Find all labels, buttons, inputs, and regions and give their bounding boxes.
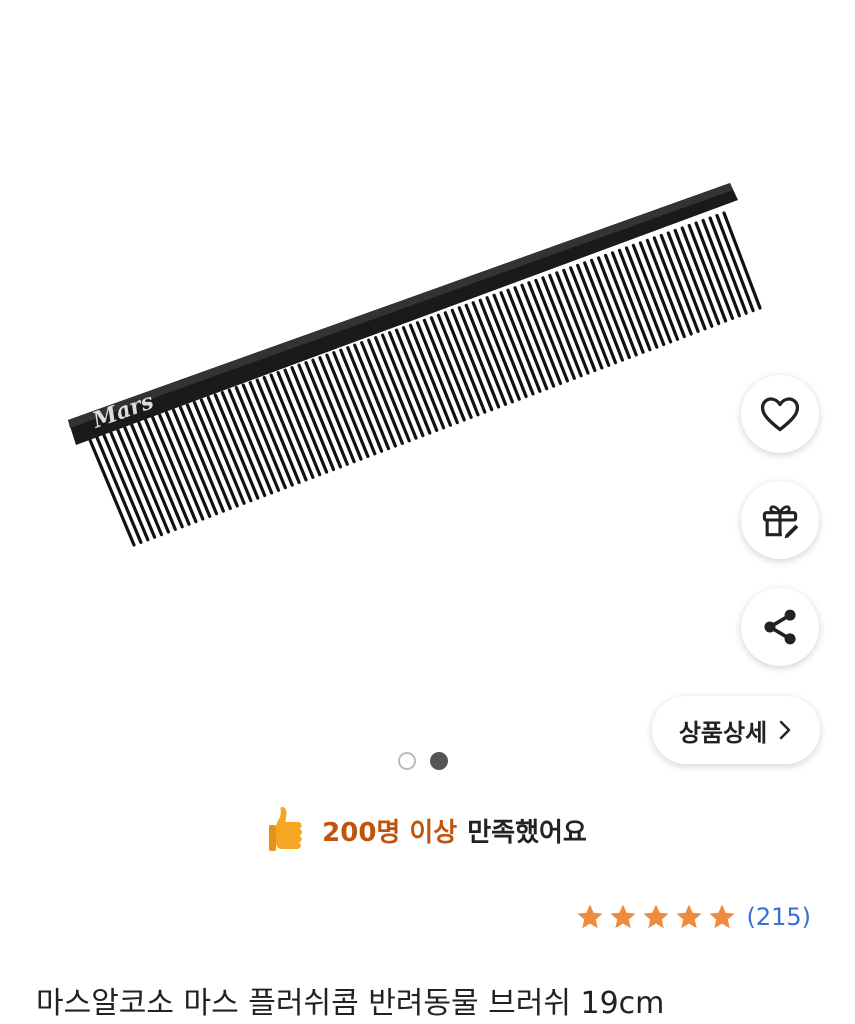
- comb-tooth: [562, 268, 604, 370]
- product-title: 마스알코소 마스 플러쉬콤 반려동물 브러쉬 19cm: [36, 986, 665, 1021]
- star-icon: [610, 904, 636, 929]
- gift-icon: [762, 505, 799, 539]
- satisfaction-text: 만족했어요: [467, 817, 587, 848]
- comb-tooth: [471, 301, 515, 404]
- comb-tooth: [478, 298, 521, 401]
- comb-tooth: [631, 243, 673, 344]
- satisfaction-banner: 200명 이상 만족했어요: [0, 800, 855, 860]
- star-icon: [577, 904, 603, 929]
- comb-tooth: [576, 263, 618, 365]
- comb-tooth: [673, 228, 714, 328]
- comb-tooth: [506, 288, 549, 391]
- comb-tooth: [617, 248, 659, 349]
- star-icon: [709, 904, 735, 929]
- chevron-right-icon: [779, 720, 791, 740]
- comb-tooth: [569, 266, 611, 367]
- comb-tooth: [680, 226, 721, 326]
- wishlist-button[interactable]: [741, 375, 819, 453]
- comb-tooth: [485, 296, 528, 399]
- thumbs-up-icon: [269, 807, 303, 851]
- comb-tooth: [659, 233, 700, 333]
- product-detail-label: 상품상세: [678, 718, 768, 747]
- comb-tooth: [687, 223, 728, 323]
- comb-tooth: [436, 313, 480, 417]
- product-image[interactable]: Mars: [0, 0, 855, 740]
- gift-button[interactable]: [741, 481, 819, 559]
- comb-tooth: [450, 308, 494, 412]
- comb-tooth: [457, 306, 501, 409]
- share-icon: [764, 609, 796, 645]
- comb-tooth: [408, 323, 452, 427]
- share-button[interactable]: [741, 588, 819, 666]
- comb-tooth: [645, 238, 686, 339]
- comb-tooth: [415, 321, 459, 425]
- comb-tooth: [513, 286, 556, 388]
- comb-image: Mars: [68, 183, 762, 547]
- comb-tooth: [610, 251, 652, 352]
- comb-tooth: [555, 271, 597, 373]
- review-count[interactable]: (215): [746, 903, 811, 931]
- star-icon: [643, 904, 669, 929]
- comb-tooth: [596, 256, 638, 357]
- carousel-dot-active[interactable]: [430, 752, 448, 770]
- rating-summary[interactable]: (215): [575, 902, 811, 932]
- comb-tooth: [652, 236, 693, 336]
- star-icon: [676, 904, 702, 929]
- comb-tooth: [583, 261, 625, 362]
- comb-tooth: [520, 283, 563, 386]
- comb-tooth: [589, 258, 631, 360]
- comb-tooth: [388, 331, 432, 435]
- comb-tooth: [638, 241, 680, 341]
- comb-tooth: [541, 276, 583, 378]
- product-detail-button[interactable]: 상품상세: [652, 696, 820, 764]
- comb-tooth: [534, 278, 576, 380]
- comb-tooth: [422, 318, 466, 422]
- carousel-indicator: [398, 752, 448, 770]
- comb-tooth: [527, 281, 570, 383]
- satisfaction-count: 200명 이상: [322, 817, 458, 848]
- comb-tooth: [429, 316, 473, 419]
- carousel-dot[interactable]: [398, 752, 416, 770]
- comb-tooth: [401, 326, 446, 430]
- heart-icon: [760, 397, 800, 432]
- comb-tooth: [548, 273, 590, 375]
- comb-tooth: [694, 221, 735, 320]
- comb-tooth: [666, 231, 707, 331]
- comb-tooth: [499, 291, 542, 393]
- comb-tooth: [624, 246, 666, 347]
- comb-tooth: [603, 253, 645, 354]
- comb-tooth: [464, 303, 508, 406]
- comb-tooth: [492, 293, 535, 396]
- comb-tooth: [394, 328, 439, 432]
- comb-tooth: [443, 311, 487, 414]
